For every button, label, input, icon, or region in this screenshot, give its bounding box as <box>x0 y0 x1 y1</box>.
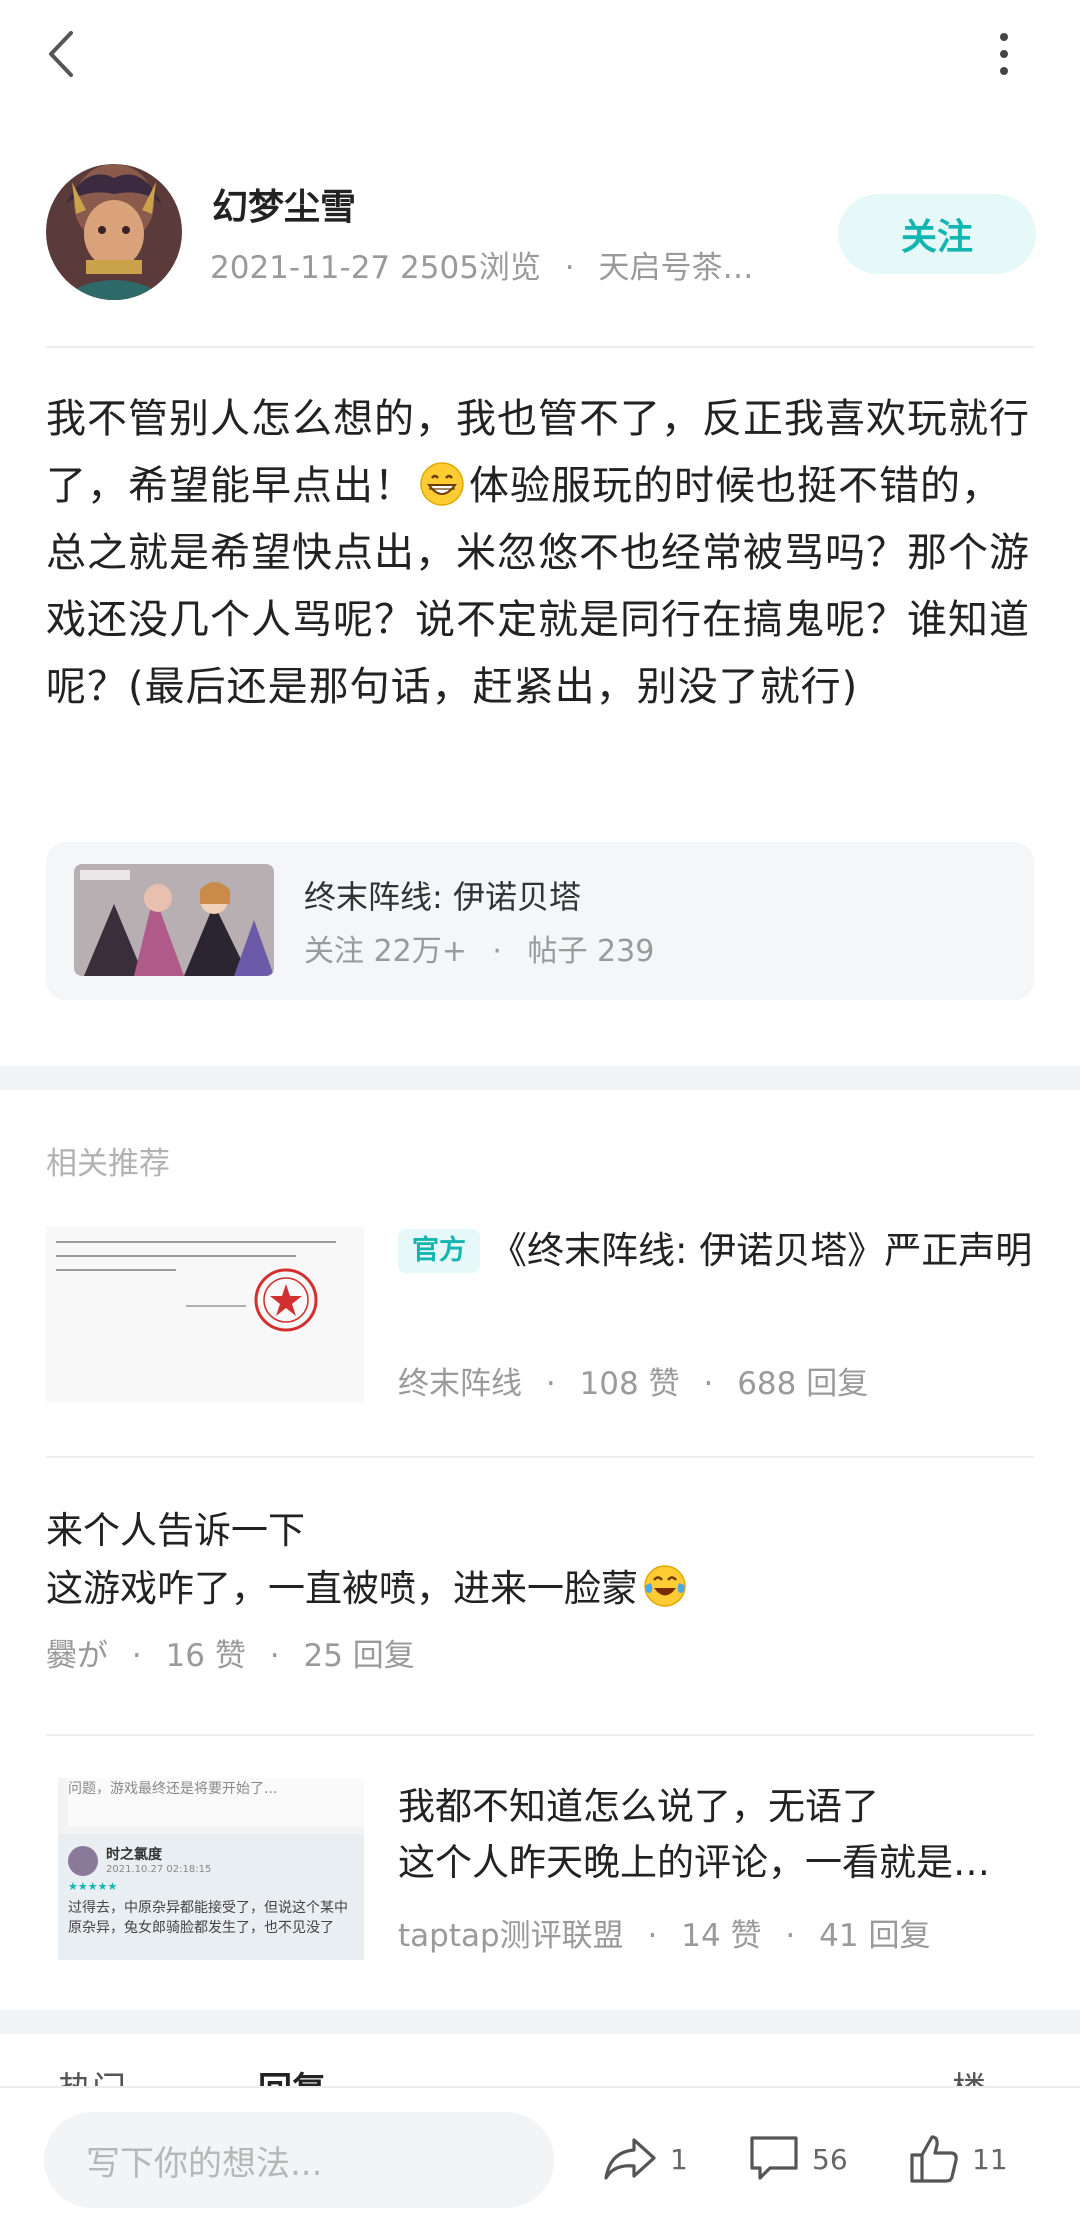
related-replies: 25 回复 <box>303 1638 415 1674</box>
view-count: 2505浏览 <box>400 250 541 286</box>
comment-count: 56 <box>812 2142 848 2176</box>
thumb-top-text: 问题，游戏最终还是将要开始了... <box>68 1778 364 1826</box>
more-dot <box>1000 67 1008 75</box>
share-count: 1 <box>670 2142 688 2176</box>
chevron-left-icon <box>49 31 73 77</box>
game-stats: 关注 22万+ · 帖子 239 <box>304 926 654 970</box>
meta-dot: · <box>545 1366 556 1402</box>
game-card[interactable]: 终末阵线: 伊诺贝塔 关注 22万+ · 帖子 239 <box>46 842 1034 1000</box>
section-gap <box>0 1066 1080 1090</box>
divider <box>46 1734 1034 1736</box>
comment-tabs: 热门 回复 楼 <box>46 2068 1034 2088</box>
post-date: 2021-11-27 <box>210 250 391 286</box>
thumb-review-body: 过得去，中原杂异都能接受了，但说这个某中原杂异，兔女郎骑脸都发生了，也不见没了 <box>68 1900 348 1936</box>
related-line2-text: 这游戏咋了，一直被喷，进来一脸蒙 <box>46 1567 638 1610</box>
meta-separator: · <box>564 250 575 286</box>
author-row: 幻梦尘雪 2021-11-27 2505浏览 · 天启号茶… 关注 <box>46 164 1036 304</box>
related-thumbnail <box>46 1226 364 1402</box>
share-icon <box>604 2138 656 2180</box>
comment-button[interactable]: 56 <box>748 2124 848 2194</box>
more-options-button[interactable] <box>980 26 1028 82</box>
thumbs-up-icon <box>910 2135 958 2183</box>
official-badge: 官方 <box>398 1229 480 1273</box>
related-item-line1: 来个人告诉一下 <box>46 1509 305 1552</box>
thumb-stars: ★★★★★ <box>68 1880 118 1893</box>
game-posts: 帖子 239 <box>527 934 655 969</box>
follow-button[interactable]: 关注 <box>838 194 1036 274</box>
divider <box>46 346 1034 348</box>
section-gap <box>0 2010 1080 2034</box>
related-item[interactable]: 问题，游戏最终还是将要开始了... 时之氯度 2021.10.27 02:18:… <box>46 1778 1034 1968</box>
related-author: 爨が <box>46 1638 108 1674</box>
comment-input[interactable]: 写下你的想法... <box>44 2112 554 2208</box>
related-item-meta: taptap测评联盟 · 14 赞 · 41 回复 <box>398 1910 930 1955</box>
thumb-review-time: 2021.10.27 02:18:15 <box>106 1864 212 1875</box>
meta-dot: · <box>703 1366 714 1402</box>
related-likes: 16 赞 <box>165 1638 246 1674</box>
thumb-reviewer-avatar <box>68 1846 98 1876</box>
related-item[interactable]: 来个人告诉一下 这游戏咋了，一直被喷，进来一脸蒙 爨が · 16 赞 · 25 … <box>46 1502 1034 1682</box>
tears-of-joy-icon <box>644 1565 686 1607</box>
thumb-review-card: 时之氯度 2021.10.27 02:18:15 ★★★★★ 过得去，中原杂异都… <box>58 1834 364 1960</box>
related-likes: 14 赞 <box>681 1918 762 1954</box>
meta-dot: · <box>785 1918 796 1954</box>
top-bar <box>0 0 1080 110</box>
related-item-meta: 终末阵线 · 108 赞 · 688 回复 <box>398 1358 868 1403</box>
thumb-reviewer-name: 时之氯度 <box>106 1847 162 1863</box>
post-content: 我不管别人怎么想的，我也管不了，反正我喜欢玩就行了，希望能早点出！ 体验服玩的时候… <box>46 386 1036 721</box>
meta-dot: · <box>131 1638 142 1674</box>
author-name[interactable]: 幻梦尘雪 <box>212 178 356 230</box>
like-button[interactable]: 11 <box>908 2124 1008 2194</box>
related-likes: 108 赞 <box>579 1366 680 1402</box>
related-title-text: 《终末阵线: 伊诺贝塔》严正声明 <box>490 1229 1033 1272</box>
more-dot <box>1000 33 1008 41</box>
like-count: 11 <box>972 2142 1008 2176</box>
bottom-bar: 写下你的想法... 1 56 11 <box>0 2086 1080 2234</box>
game-name: 终末阵线: 伊诺贝塔 <box>304 878 581 916</box>
tab-floor[interactable]: 楼 <box>952 2068 986 2088</box>
meta-dot: · <box>647 1918 658 1954</box>
related-author: taptap测评联盟 <box>398 1918 624 1954</box>
stats-separator: · <box>492 934 502 969</box>
meta-dot: · <box>269 1638 280 1674</box>
more-dot <box>1000 50 1008 58</box>
related-replies: 688 回复 <box>737 1366 869 1402</box>
channel-name[interactable]: 天启号茶… <box>599 250 754 286</box>
related-thumbnail: 问题，游戏最终还是将要开始了... 时之氯度 2021.10.27 02:18:… <box>58 1778 364 1960</box>
tab-replies[interactable]: 回复 <box>258 2068 326 2088</box>
related-item-line1: 我都不知道怎么说了，无语了 <box>398 1785 879 1828</box>
related-title: 相关推荐 <box>46 1146 170 1182</box>
related-item[interactable]: 官方 《终末阵线: 伊诺贝塔》严正声明 终末阵线 · 108 赞 · 688 回复 <box>46 1218 1034 1418</box>
related-item-line2: 这个人昨天晚上的评论，一看就是… <box>398 1841 990 1884</box>
related-replies: 41 回复 <box>819 1918 931 1954</box>
divider <box>46 1456 1034 1458</box>
comment-icon <box>750 2136 798 2180</box>
share-button[interactable]: 1 <box>602 2124 688 2194</box>
back-button[interactable] <box>36 22 84 86</box>
grinning-face-icon <box>420 462 464 506</box>
game-follows: 关注 22万+ <box>304 934 467 969</box>
related-item-meta: 爨が · 16 赞 · 25 回复 <box>46 1630 415 1675</box>
tab-hot[interactable]: 热门 <box>58 2068 126 2088</box>
related-author: 终末阵线 <box>398 1366 522 1402</box>
avatar[interactable] <box>46 164 182 300</box>
post-meta: 2021-11-27 2505浏览 · 天启号茶… <box>210 242 754 287</box>
related-item-line2: 这游戏咋了，一直被喷，进来一脸蒙 <box>46 1560 1034 1618</box>
related-item-title: 官方 《终末阵线: 伊诺贝塔》严正声明 <box>398 1222 1034 1280</box>
game-cover-image <box>74 864 274 976</box>
